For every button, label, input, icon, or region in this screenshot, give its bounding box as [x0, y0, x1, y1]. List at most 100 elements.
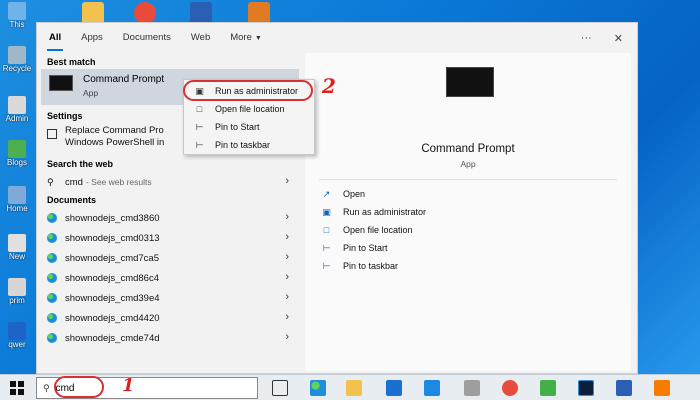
start-search-panel: All Apps Documents Web More ▼ ··· ✕ Best … [36, 22, 638, 374]
desktop-icon-prim[interactable]: prim [2, 278, 32, 305]
edge-icon [47, 333, 57, 343]
caret-down-icon: ▼ [254, 35, 262, 42]
document-item[interactable]: shownodejs_cmde74d › [41, 329, 299, 347]
best-match-subtitle: App [83, 88, 99, 98]
edge-icon [47, 233, 57, 243]
annotation-step-2: 2 [322, 74, 336, 98]
file-icon [8, 140, 26, 158]
file-icon [8, 234, 26, 252]
detail-pane: Command Prompt App ↗ Open ▣ Run as admin… [305, 53, 631, 371]
tab-all[interactable]: All [46, 23, 64, 53]
menu-pin-to-start[interactable]: ⊢ Pin to Start [184, 118, 314, 136]
open-icon: ↗ [322, 189, 331, 199]
chrome-icon[interactable] [134, 2, 156, 24]
word-icon[interactable] [616, 380, 632, 396]
document-item[interactable]: shownodejs_cmd4420 › [41, 309, 299, 327]
best-match-heading: Best match [47, 57, 96, 67]
more-options-button[interactable]: ··· [581, 32, 592, 44]
edge-icon[interactable] [310, 380, 326, 396]
action-open[interactable]: ↗ Open [321, 187, 365, 201]
search-tabs: All Apps Documents Web More ▼ [37, 23, 639, 53]
shield-icon: ▣ [322, 207, 331, 217]
file-icon [8, 322, 26, 340]
file-explorer-icon[interactable] [346, 380, 362, 396]
desktop-icon-home[interactable]: Home [2, 186, 32, 213]
desktop-icon-this-pc[interactable]: This [2, 2, 32, 29]
file-icon [8, 278, 26, 296]
pin-icon: ⊢ [322, 261, 331, 271]
document-item[interactable]: shownodejs_cmd0313 › [41, 229, 299, 247]
document-item[interactable]: shownodejs_cmd39e4 › [41, 289, 299, 307]
desktop-icon-blogs[interactable]: Blogs [2, 140, 32, 167]
settings-heading: Settings [47, 111, 83, 121]
panel-controls: ··· ✕ [581, 23, 623, 53]
desktop-icon-recycle[interactable]: Recycle [2, 46, 32, 73]
tab-apps[interactable]: Apps [81, 23, 103, 53]
edge-icon [47, 293, 57, 303]
documents-heading: Documents [47, 195, 97, 205]
recycle-bin-icon [8, 46, 26, 64]
file-icon [8, 186, 26, 204]
chrome-icon[interactable] [502, 380, 518, 396]
camtasia-icon[interactable] [540, 380, 556, 396]
chevron-right-icon[interactable]: › [285, 231, 289, 243]
tab-documents[interactable]: Documents [123, 23, 171, 53]
command-prompt-icon [49, 75, 73, 91]
document-item[interactable]: shownodejs_cmd86c4 › [41, 269, 299, 287]
store-icon[interactable] [386, 380, 402, 396]
document-item[interactable]: shownodejs_cmd3860 › [41, 209, 299, 227]
settings-line-2: Windows PowerShell in [65, 137, 165, 148]
folder-icon[interactable] [82, 2, 104, 24]
web-result[interactable]: ⚲ cmd - See web results › [41, 173, 299, 191]
chevron-right-icon[interactable]: › [285, 311, 289, 323]
menu-open-file-location[interactable]: □ Open file location [184, 100, 314, 118]
chevron-right-icon[interactable]: › [285, 331, 289, 343]
file-location-icon: □ [196, 104, 203, 114]
document-item[interactable]: shownodejs_cmd7ca5 › [41, 249, 299, 267]
windows-start-icon[interactable] [10, 381, 24, 395]
pin-icon: ⊢ [195, 122, 204, 132]
xampp-icon[interactable] [654, 380, 670, 396]
tab-web[interactable]: Web [191, 23, 210, 53]
monitor-icon [47, 129, 57, 139]
tab-more[interactable]: More ▼ [230, 23, 262, 53]
chevron-right-icon[interactable]: › [285, 271, 289, 283]
search-icon: ⚲ [43, 382, 50, 393]
mail-icon[interactable] [424, 380, 440, 396]
annotation-step-1: 1 [122, 375, 135, 396]
menu-pin-to-taskbar[interactable]: ⊢ Pin to taskbar [184, 136, 314, 154]
edge-icon [47, 273, 57, 283]
task-view-icon[interactable] [272, 380, 288, 396]
pin-icon: ⊢ [195, 140, 204, 150]
divider [319, 179, 617, 180]
desktop-icon-qwer[interactable]: qwer [2, 322, 32, 349]
word-icon[interactable] [190, 2, 212, 24]
search-web-heading: Search the web [47, 159, 114, 169]
action-run-as-admin[interactable]: ▣ Run as administrator [321, 205, 426, 219]
photoshop-icon[interactable] [578, 380, 594, 396]
close-button[interactable]: ✕ [614, 32, 623, 45]
chevron-right-icon[interactable]: › [285, 291, 289, 303]
paint-icon[interactable] [464, 380, 480, 396]
action-pin-to-start[interactable]: ⊢ Pin to Start [321, 241, 388, 255]
desktop-icon-admin[interactable]: Admin [2, 96, 32, 123]
file-location-icon: □ [323, 225, 330, 235]
command-prompt-icon [446, 67, 494, 97]
action-open-file-location[interactable]: □ Open file location [321, 223, 413, 237]
highlight-ring [183, 80, 313, 101]
search-icon: ⚲ [47, 177, 54, 187]
pin-icon: ⊢ [322, 243, 331, 253]
web-suffix: - See web results [85, 177, 152, 187]
chevron-right-icon[interactable]: › [285, 211, 289, 223]
chevron-right-icon[interactable]: › [285, 175, 289, 187]
best-match-title: Command Prompt [83, 74, 165, 85]
settings-line-1: Replace Command Pro [65, 125, 164, 136]
file-icon [8, 96, 26, 114]
edge-icon [47, 313, 57, 323]
chevron-right-icon[interactable]: › [285, 251, 289, 263]
app-icon[interactable] [248, 2, 270, 24]
highlight-ring [54, 376, 104, 398]
edge-icon [47, 213, 57, 223]
action-pin-to-taskbar[interactable]: ⊢ Pin to taskbar [321, 259, 398, 273]
desktop-icon-new[interactable]: New [2, 234, 32, 261]
